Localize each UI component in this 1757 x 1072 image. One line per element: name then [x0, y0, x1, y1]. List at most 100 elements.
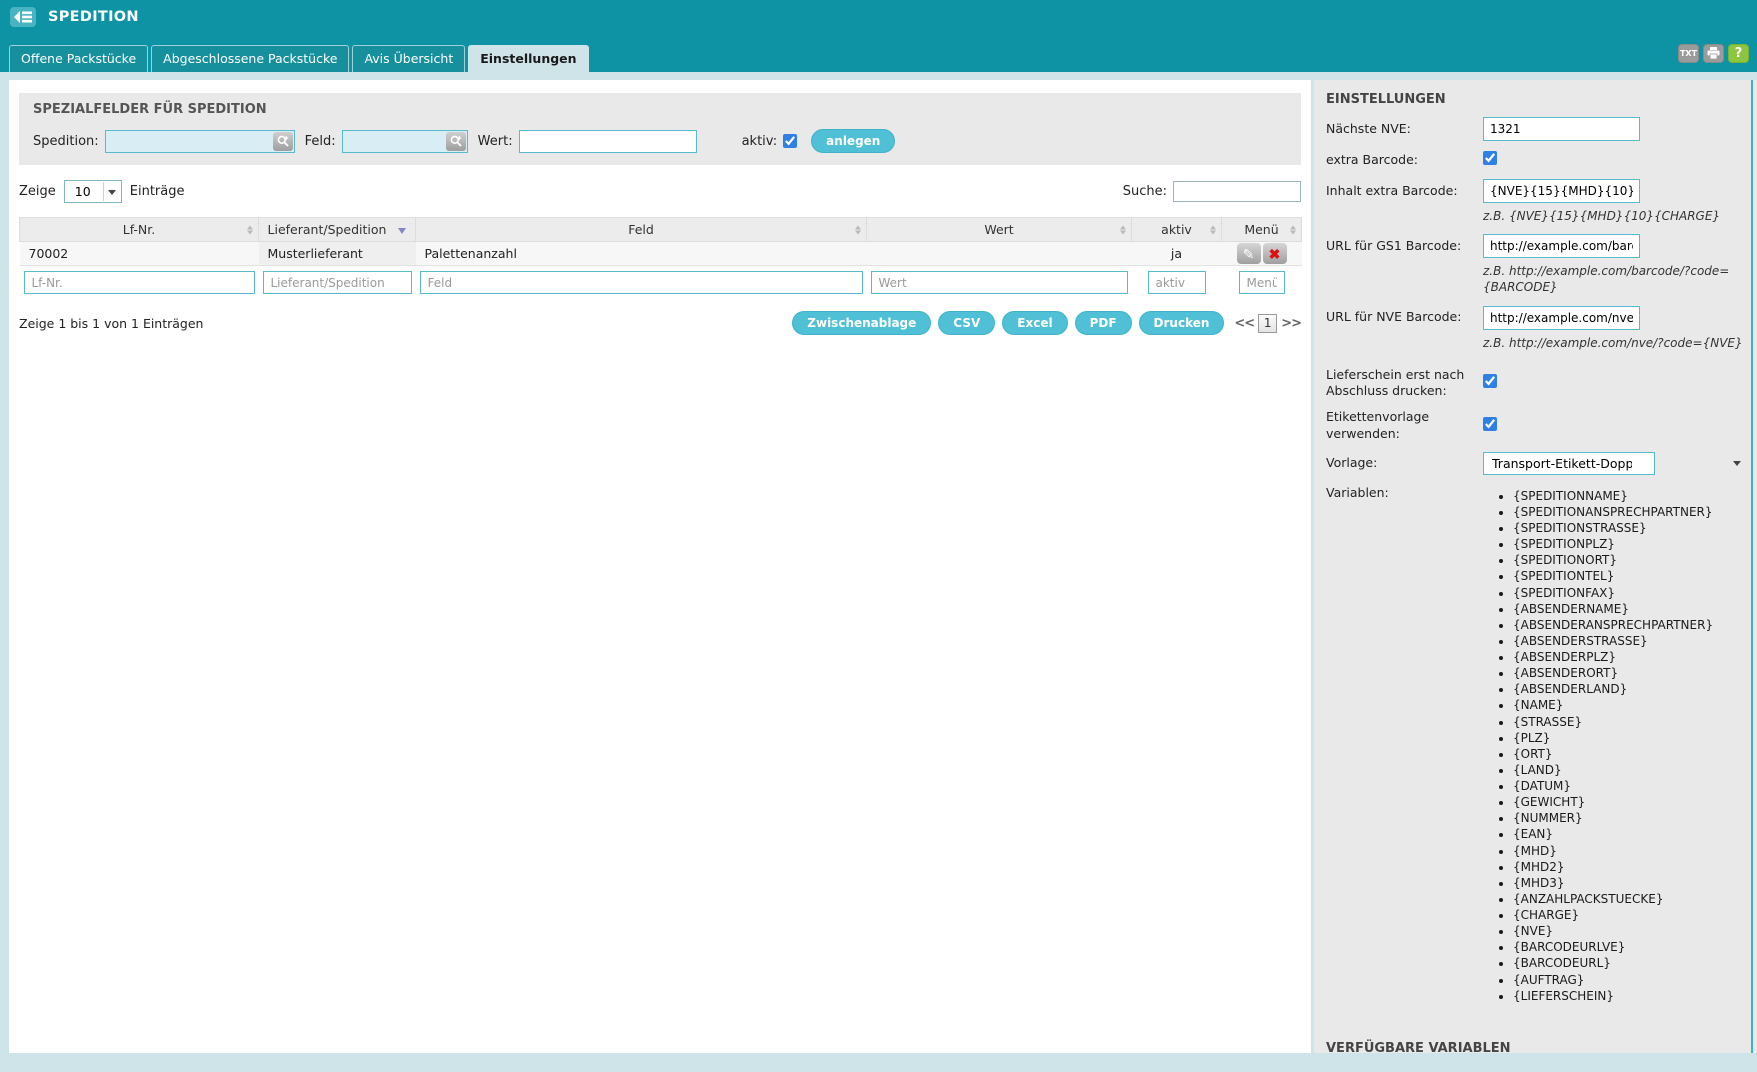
- inhalt-extra-barcode-input[interactable]: [1483, 179, 1640, 203]
- column-label: Feld: [628, 222, 654, 237]
- export-button[interactable]: Excel: [1002, 311, 1067, 335]
- collapse-menu-icon[interactable]: [10, 7, 36, 27]
- cell-feld: Palettenanzahl: [416, 242, 867, 266]
- tab-offene-packstuecke[interactable]: Offene Packstücke: [9, 45, 148, 72]
- column-header-feld[interactable]: Feld: [416, 218, 867, 242]
- variable-item: {MHD}: [1513, 844, 1747, 859]
- table-header-row: Lf-Nr. Lieferant/Spedition Feld Wer: [20, 218, 1302, 242]
- variablen-list: {SPEDITIONNAME}{SPEDITIONANSPRECHPARTNER…: [1483, 489, 1747, 1005]
- lieferschein-row: Lieferschein erst nach Abschluss drucken…: [1326, 367, 1747, 400]
- export-button[interactable]: Zwischenablage: [792, 311, 931, 335]
- variable-item: {CHARGE}: [1513, 908, 1747, 923]
- filter-wert-input[interactable]: [871, 271, 1128, 294]
- column-header-aktiv[interactable]: aktiv: [1132, 218, 1222, 242]
- spedition-input[interactable]: [105, 130, 295, 153]
- extra-barcode-label: extra Barcode:: [1326, 152, 1483, 168]
- export-button[interactable]: PDF: [1075, 311, 1132, 335]
- txt-export-icon[interactable]: TXT: [1678, 44, 1699, 63]
- current-page-button[interactable]: 1: [1258, 314, 1277, 333]
- filter-lieferant-input[interactable]: [263, 271, 412, 294]
- variable-item: {DATUM}: [1513, 779, 1747, 794]
- spedition-search-icon[interactable]: [273, 132, 293, 151]
- column-header-lfnr[interactable]: Lf-Nr.: [20, 218, 259, 242]
- column-header-lieferant[interactable]: Lieferant/Spedition: [259, 218, 416, 242]
- export-button[interactable]: Drucken: [1139, 311, 1225, 335]
- filter-lfnr-input[interactable]: [24, 271, 255, 294]
- feld-label: Feld:: [305, 134, 336, 149]
- edit-row-button[interactable]: ✎: [1237, 243, 1261, 264]
- printer-icon[interactable]: [1703, 44, 1724, 63]
- delete-row-button[interactable]: ✖: [1263, 243, 1287, 264]
- magnifier-plus-glyph: [450, 135, 462, 147]
- variable-item: {SPEDITIONSTRASSE}: [1513, 521, 1747, 536]
- column-header-wert[interactable]: Wert: [867, 218, 1132, 242]
- etikettenvorlage-checkbox[interactable]: [1483, 417, 1497, 431]
- variable-item: {ANZAHLPACKSTUECKE}: [1513, 892, 1747, 907]
- top-bar: SPEDITION: [0, 0, 1757, 34]
- variable-item: {SPEDITIONPLZ}: [1513, 537, 1747, 552]
- lieferschein-checkbox[interactable]: [1483, 374, 1497, 388]
- inhalt-extra-barcode-label: Inhalt extra Barcode:: [1326, 183, 1483, 199]
- search-input[interactable]: [1173, 181, 1301, 202]
- vorlage-select[interactable]: Transport-Etikett-Doppelt: [1483, 452, 1655, 475]
- variable-item: {STRASSE}: [1513, 715, 1747, 730]
- table-filter-row: [20, 266, 1302, 300]
- tab-einstellungen[interactable]: Einstellungen: [468, 45, 588, 72]
- magnifier-plus-glyph: [277, 135, 289, 147]
- variable-item: {ABSENDERLAND}: [1513, 682, 1747, 697]
- variable-item: {BARCODEURL}: [1513, 956, 1747, 971]
- help-icon[interactable]: ?: [1728, 44, 1749, 63]
- variable-item: {PLZ}: [1513, 731, 1747, 746]
- zeige-label: Zeige: [19, 184, 56, 199]
- sort-icon: [855, 225, 861, 234]
- tab-abgeschlossene-packstuecke[interactable]: Abgeschlossene Packstücke: [151, 45, 349, 72]
- variable-item: {NVE}: [1513, 924, 1747, 939]
- etikett-row: Etikettenvorlage verwenden:: [1326, 409, 1747, 442]
- variable-item: {ORT}: [1513, 747, 1747, 762]
- variable-item: {ABSENDERSTRASSE}: [1513, 634, 1747, 649]
- variable-item: {NUMMER}: [1513, 811, 1747, 826]
- export-button[interactable]: CSV: [938, 311, 995, 335]
- vorlage-row: Vorlage: Transport-Etikett-Doppelt: [1326, 452, 1747, 475]
- aktiv-checkbox[interactable]: [783, 134, 797, 148]
- export-buttons: Zwischenablage CSV Excel PDF Drucken: [792, 311, 1224, 335]
- lieferschein-label: Lieferschein erst nach Abschluss drucken…: [1326, 367, 1483, 400]
- sort-icon: [1120, 225, 1126, 234]
- variable-item: {EAN}: [1513, 827, 1747, 842]
- naechste-nve-input[interactable]: [1483, 117, 1640, 141]
- next-page-button[interactable]: >>: [1281, 316, 1301, 331]
- tab-avis-uebersicht[interactable]: Avis Übersicht: [352, 45, 465, 72]
- tab-bar: Offene Packstücke Abgeschlossene Packstü…: [0, 34, 1757, 72]
- gs1-hint-line1: z.B. http://example.com/barcode/?code=: [1483, 263, 1743, 279]
- variable-item: {SPEDITIONTEL}: [1513, 569, 1747, 584]
- table-row[interactable]: 70002 Musterlieferant Palettenanzahl ja …: [20, 242, 1302, 266]
- nve-url-input[interactable]: [1483, 306, 1640, 330]
- pencil-icon: ✎: [1243, 247, 1255, 261]
- delete-x-icon: ✖: [1269, 247, 1281, 261]
- filter-menue-input[interactable]: [1239, 271, 1285, 294]
- sort-icon: [247, 225, 253, 234]
- wert-input[interactable]: [519, 130, 697, 153]
- extra-barcode-checkbox[interactable]: [1483, 151, 1497, 165]
- vorlage-label: Vorlage:: [1326, 455, 1483, 471]
- suche-label: Suche:: [1123, 184, 1167, 199]
- filter-feld-input[interactable]: [420, 271, 863, 294]
- feld-search-icon[interactable]: [446, 132, 466, 151]
- variable-item: {MHD2}: [1513, 860, 1747, 875]
- gs1-hint-row: z.B. http://example.com/barcode/?code= {…: [1326, 260, 1747, 295]
- column-header-menue[interactable]: Menü: [1222, 218, 1302, 242]
- anlegen-button[interactable]: anlegen: [811, 129, 895, 153]
- prev-page-button[interactable]: <<: [1234, 316, 1254, 331]
- cell-lieferant: Musterlieferant: [259, 242, 416, 266]
- gs1-url-input[interactable]: [1483, 234, 1640, 258]
- page-size-select[interactable]: 10: [64, 180, 122, 203]
- gs1-hint: z.B. http://example.com/barcode/?code= {…: [1483, 263, 1743, 295]
- filter-aktiv-input[interactable]: [1148, 271, 1206, 294]
- extra-barcode-row: extra Barcode:: [1326, 151, 1747, 169]
- main-panel: SPEZIALFELDER FÜR SPEDITION Spedition:: [9, 80, 1311, 1053]
- spedition-app: SPEDITION Offene Packstücke Abgeschlosse…: [0, 0, 1757, 1072]
- gs1-hint-line2: {BARCODE}: [1483, 279, 1743, 295]
- content-area: SPEZIALFELDER FÜR SPEDITION Spedition:: [0, 72, 1757, 1072]
- entries-info: Zeige 1 bis 1 von 1 Einträgen: [19, 316, 203, 331]
- variable-item: {ABSENDERNAME}: [1513, 602, 1747, 617]
